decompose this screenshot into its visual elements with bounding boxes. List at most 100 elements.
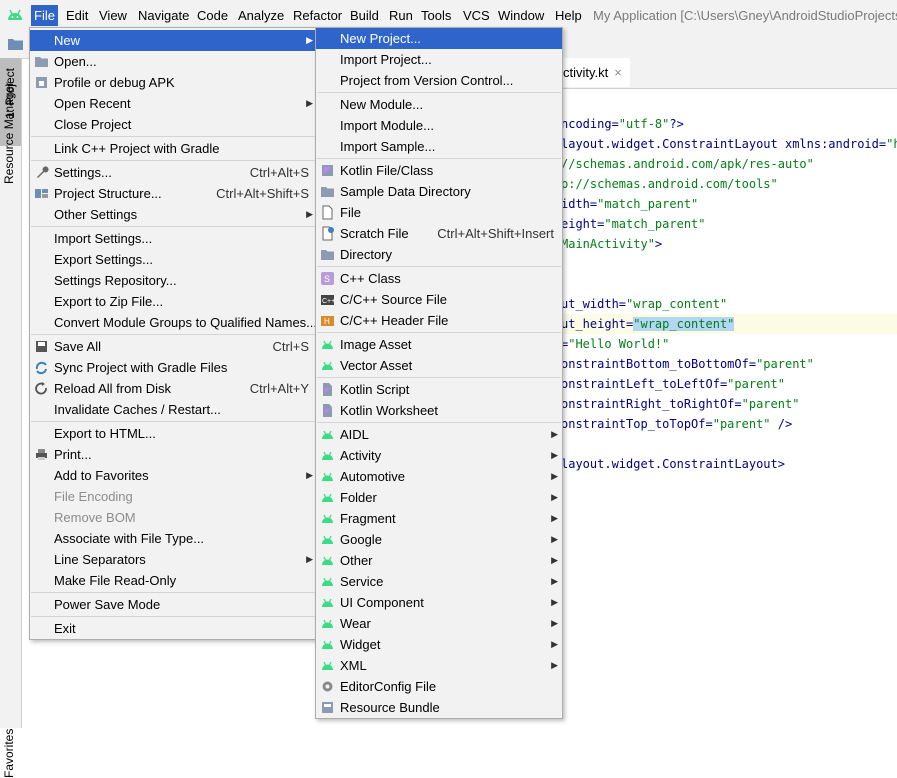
new-menu-item-new-project[interactable]: New Project... [316, 28, 562, 49]
file-menu-item-exit[interactable]: Exit [30, 618, 317, 639]
menu-edit[interactable]: Edit [63, 5, 91, 26]
menu-item-label: Exit [54, 621, 76, 636]
file-menu-item-open-recent[interactable]: Open Recent ▶ [30, 93, 317, 114]
file-menu-item-reload-all-from-disk[interactable]: Reload All from Disk Ctrl+Alt+Y [30, 378, 317, 399]
menu-help[interactable]: Help [552, 5, 585, 26]
menu-separator [31, 334, 316, 335]
new-menu-item-kotlin-script[interactable]: Kotlin Script [316, 379, 562, 400]
new-menu-item-sample-data-directory[interactable]: Sample Data Directory [316, 181, 562, 202]
new-menu-item-activity[interactable]: Activity ▶ [316, 445, 562, 466]
menu-item-label: Add to Favorites [54, 468, 149, 483]
file-menu-item-export-to-zip-file[interactable]: Export to Zip File... [30, 291, 317, 312]
new-menu-item-project-from-version-control[interactable]: Project from Version Control... [316, 70, 562, 91]
android-icon [322, 640, 333, 649]
menu-item-label: Remove BOM [54, 510, 136, 525]
file-menu-item-settings[interactable]: Settings... Ctrl+Alt+S [30, 162, 317, 183]
menu-item-label: Line Separators [54, 552, 146, 567]
file-menu-item-open[interactable]: Open... [30, 51, 317, 72]
close-icon[interactable]: × [614, 65, 622, 80]
new-menu-item-import-project[interactable]: Import Project... [316, 49, 562, 70]
new-menu-item-kotlin-file-class[interactable]: Kotlin File/Class [316, 160, 562, 181]
menu-item-label: EditorConfig File [340, 679, 437, 694]
new-menu-item-vector-asset[interactable]: Vector Asset [316, 355, 562, 376]
file-menu-item-convert-module-groups-to-qualified-names[interactable]: Convert Module Groups to Qualified Names… [30, 312, 317, 333]
new-menu-item-scratch-file[interactable]: Scratch File Ctrl+Alt+Shift+Insert [316, 223, 562, 244]
file-menu-item-file-encoding: File Encoding [30, 486, 317, 507]
file-menu-item-link-c-project-with-gradle[interactable]: Link C++ Project with Gradle [30, 138, 317, 159]
menu-run[interactable]: Run [386, 5, 416, 26]
new-menu-item-aidl[interactable]: AIDL ▶ [316, 424, 562, 445]
menu-item-label: Image Asset [340, 337, 412, 352]
file-menu-item-close-project[interactable]: Close Project [30, 114, 317, 135]
new-menu-item-resource-bundle[interactable]: Resource Bundle [316, 697, 562, 718]
new-menu-item-directory[interactable]: Directory [316, 244, 562, 265]
menu-vcs[interactable]: VCS [460, 5, 493, 26]
menu-item-label: Activity [340, 448, 382, 463]
file-menu-item-sync-project-with-gradle-files[interactable]: Sync Project with Gradle Files [30, 357, 317, 378]
file-menu-item-project-structure[interactable]: Project Structure... Ctrl+Alt+Shift+S [30, 183, 317, 204]
new-menu-item-kotlin-worksheet[interactable]: Kotlin Worksheet [316, 400, 562, 421]
menu-item-label: Close Project [54, 117, 132, 132]
open-folder-icon[interactable] [8, 38, 23, 50]
menu-item-label: Kotlin Script [340, 382, 410, 397]
file-menu-item-settings-repository[interactable]: Settings Repository... [30, 270, 317, 291]
menu-item-label: Settings... [54, 165, 112, 180]
shortcut-label: Ctrl+Alt+Shift+Insert [437, 226, 554, 241]
menu-navigate[interactable]: Navigate [135, 5, 192, 26]
menu-window[interactable]: Window [495, 5, 547, 26]
file-menu-item-power-save-mode[interactable]: Power Save Mode [30, 594, 317, 615]
file-menu-item-associate-with-file-type[interactable]: Associate with File Type... [30, 528, 317, 549]
new-menu-item-xml[interactable]: XML ▶ [316, 655, 562, 676]
new-menu-item-file[interactable]: File [316, 202, 562, 223]
file-menu-item-invalidate-caches-restart[interactable]: Invalidate Caches / Restart... [30, 399, 317, 420]
new-menu-item-import-module[interactable]: Import Module... [316, 115, 562, 136]
reload-icon [35, 382, 47, 395]
new-menu-item-new-module[interactable]: New Module... [316, 94, 562, 115]
menu-build[interactable]: Build [347, 5, 382, 26]
new-menu-item-widget[interactable]: Widget ▶ [316, 634, 562, 655]
favorites-tab[interactable]: Favorites [2, 698, 16, 778]
file-menu-item-new[interactable]: New ▶ [30, 30, 317, 51]
submenu-arrow-icon: ▶ [551, 597, 558, 607]
submenu-arrow-icon: ▶ [551, 660, 558, 670]
menu-item-label: C/C++ Header File [340, 313, 449, 328]
new-menu-item-folder[interactable]: Folder ▶ [316, 487, 562, 508]
new-menu-item-google[interactable]: Google ▶ [316, 529, 562, 550]
file-menu-item-print[interactable]: Print... [30, 444, 317, 465]
file-menu-item-import-settings[interactable]: Import Settings... [30, 228, 317, 249]
file-menu-item-line-separators[interactable]: Line Separators ▶ [30, 549, 317, 570]
menu-analyze[interactable]: Analyze [235, 5, 287, 26]
menu-view[interactable]: View [96, 5, 130, 26]
menu-code[interactable]: Code [194, 5, 231, 26]
new-menu-item-editorconfig-file[interactable]: EditorConfig File [316, 676, 562, 697]
menu-file[interactable]: File [31, 5, 58, 26]
editor-tab-main-activity[interactable]: ctivity.kt × [561, 58, 630, 87]
new-menu-item-fragment[interactable]: Fragment ▶ [316, 508, 562, 529]
new-menu-item-image-asset[interactable]: Image Asset [316, 334, 562, 355]
svg-text:S: S [324, 274, 330, 284]
new-menu-item-automotive[interactable]: Automotive ▶ [316, 466, 562, 487]
menu-item-label: Vector Asset [340, 358, 413, 373]
new-menu-item-c-class[interactable]: S C++ Class [316, 268, 562, 289]
file-menu-item-export-settings[interactable]: Export Settings... [30, 249, 317, 270]
new-menu-item-import-sample[interactable]: Import Sample... [316, 136, 562, 157]
menu-refactor[interactable]: Refactor [290, 5, 345, 26]
new-menu-item-c-c-header-file[interactable]: H C/C++ Header File [316, 310, 562, 331]
file-menu-item-other-settings[interactable]: Other Settings ▶ [30, 204, 317, 225]
menu-tools[interactable]: Tools [418, 5, 454, 26]
new-menu-item-c-c-source-file[interactable]: C++ C/C++ Source File [316, 289, 562, 310]
new-menu-item-ui-component[interactable]: UI Component ▶ [316, 592, 562, 613]
file-menu-item-profile-or-debug-apk[interactable]: Profile or debug APK [30, 72, 317, 93]
file-menu-item-add-to-favorites[interactable]: Add to Favorites ▶ [30, 465, 317, 486]
new-menu-item-other[interactable]: Other ▶ [316, 550, 562, 571]
new-menu-item-service[interactable]: Service ▶ [316, 571, 562, 592]
menu-item-label: Import Project... [340, 52, 432, 67]
file-menu-item-export-to-html[interactable]: Export to HTML... [30, 423, 317, 444]
menu-separator [31, 421, 316, 422]
android-icon [322, 472, 333, 481]
menu-item-label: Service [340, 574, 384, 589]
file-menu-item-make-file-read-only[interactable]: Make File Read-Only [30, 570, 317, 591]
file-menu-item-save-all[interactable]: Save All Ctrl+S [30, 336, 317, 357]
android-studio-logo-icon [8, 9, 22, 20]
new-menu-item-wear[interactable]: Wear ▶ [316, 613, 562, 634]
